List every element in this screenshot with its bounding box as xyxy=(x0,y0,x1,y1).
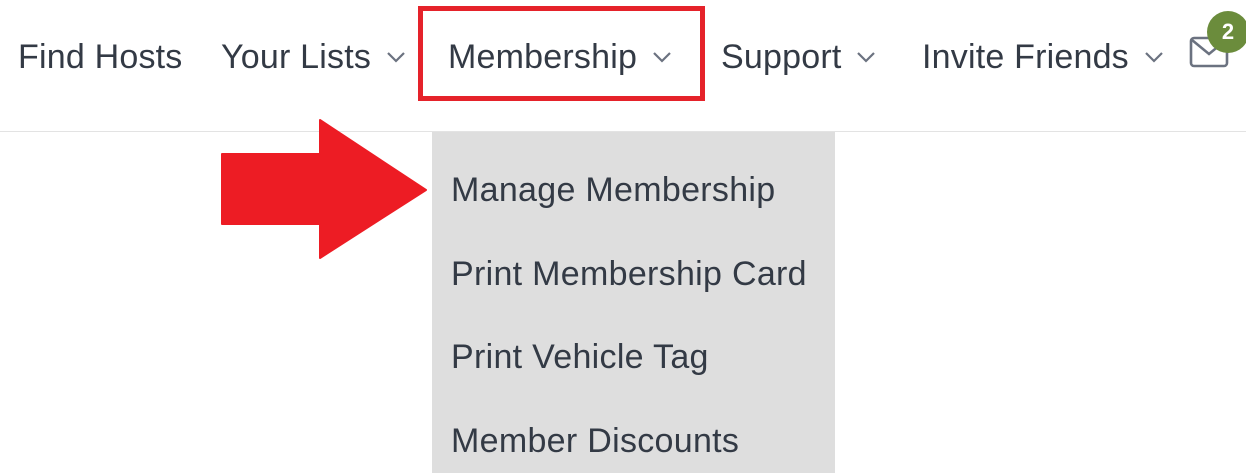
menu-item-print-membership-card[interactable]: Print Membership Card xyxy=(451,244,807,304)
message-count-badge: 2 xyxy=(1207,11,1246,53)
nav-item-invite-friends[interactable]: Invite Friends xyxy=(922,30,1165,84)
menu-item-manage-membership[interactable]: Manage Membership xyxy=(451,160,775,220)
chevron-down-icon xyxy=(855,50,877,64)
membership-dropdown-menu: Manage Membership Print Membership Card … xyxy=(432,132,835,473)
nav-item-label: Invite Friends xyxy=(922,37,1129,76)
nav-item-label: Support xyxy=(721,37,842,76)
nav-item-label: Find Hosts xyxy=(18,37,183,76)
menu-item-label: Print Membership Card xyxy=(451,254,807,293)
nav-item-your-lists[interactable]: Your Lists xyxy=(221,30,407,84)
menu-item-member-discounts[interactable]: Member Discounts xyxy=(451,411,739,471)
chevron-down-icon xyxy=(385,50,407,64)
chevron-down-icon xyxy=(1143,50,1165,64)
screenshot-stage: Find Hosts Your Lists Membership Support… xyxy=(0,0,1246,473)
menu-item-label: Print Vehicle Tag xyxy=(451,337,709,376)
nav-item-find-hosts[interactable]: Find Hosts xyxy=(18,30,183,84)
nav-item-support[interactable]: Support xyxy=(721,30,877,84)
menu-item-print-vehicle-tag[interactable]: Print Vehicle Tag xyxy=(451,327,709,387)
menu-item-label: Manage Membership xyxy=(451,170,776,209)
nav-item-label: Your Lists xyxy=(221,37,372,76)
annotation-highlight-box xyxy=(418,6,705,101)
annotation-arrow-icon xyxy=(221,119,427,259)
menu-item-label: Member Discounts xyxy=(451,421,740,460)
top-navigation-bar: Find Hosts Your Lists Membership Support… xyxy=(0,0,1246,132)
